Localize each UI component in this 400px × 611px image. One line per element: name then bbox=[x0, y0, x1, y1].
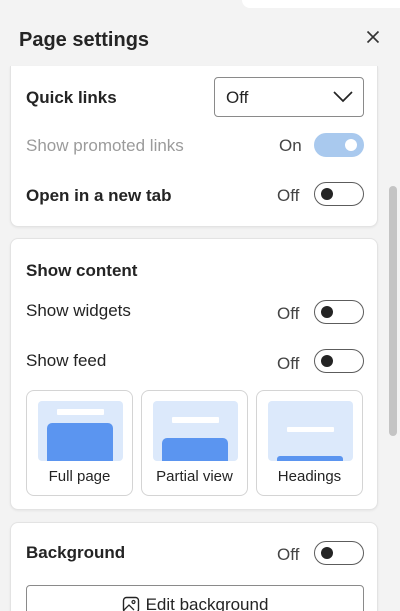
panel-scrollbar[interactable] bbox=[389, 186, 397, 436]
quick-links-dropdown[interactable]: Off bbox=[214, 77, 364, 117]
edit-background-label: Edit background bbox=[145, 595, 269, 611]
edit-background-button[interactable]: Edit background bbox=[26, 585, 364, 611]
toggle-knob bbox=[321, 188, 333, 200]
page-title: Page settings bbox=[19, 29, 150, 51]
open-new-tab-label: Open in a new tab bbox=[26, 186, 172, 205]
background-label: Background bbox=[26, 543, 126, 562]
page-settings-panel: Page settings Quick links Off Show promo… bbox=[0, 0, 400, 611]
layout-option-headings[interactable]: Headings bbox=[256, 390, 363, 496]
show-feed-state: Off bbox=[277, 354, 300, 373]
top-strip bbox=[242, 0, 400, 8]
show-promoted-links-state: On bbox=[279, 136, 302, 155]
background-toggle[interactable] bbox=[314, 541, 364, 565]
quick-links-label: Quick links bbox=[26, 88, 117, 107]
layout-option-label: Partial view bbox=[156, 468, 233, 485]
toggle-knob bbox=[345, 139, 357, 151]
show-promoted-links-toggle bbox=[314, 133, 364, 157]
toggle-knob bbox=[321, 547, 333, 559]
chevron-down-icon bbox=[333, 91, 353, 103]
layout-option-label: Full page bbox=[48, 468, 111, 485]
image-icon bbox=[122, 596, 139, 611]
show-content-card: Show content Show widgets Off Show feed … bbox=[10, 238, 378, 510]
open-new-tab-state: Off bbox=[277, 186, 300, 205]
toggle-knob bbox=[321, 355, 333, 367]
layout-option-label: Headings bbox=[277, 468, 342, 485]
full-page-preview bbox=[38, 401, 123, 461]
open-new-tab-toggle[interactable] bbox=[314, 182, 364, 206]
show-widgets-label: Show widgets bbox=[26, 301, 131, 320]
quick-links-dropdown-value: Off bbox=[226, 88, 249, 107]
quick-links-card: Quick links Off Show promoted links On O… bbox=[10, 66, 378, 227]
partial-view-preview bbox=[153, 401, 238, 461]
background-card: Background Off Edit background bbox=[10, 522, 378, 611]
toggle-knob bbox=[321, 306, 333, 318]
show-feed-toggle[interactable] bbox=[314, 349, 364, 373]
layout-option-partial-view[interactable]: Partial view bbox=[141, 390, 248, 496]
background-state: Off bbox=[277, 545, 300, 564]
show-feed-label: Show feed bbox=[26, 351, 107, 370]
show-widgets-state: Off bbox=[277, 304, 300, 323]
close-button[interactable] bbox=[363, 27, 383, 47]
show-content-heading: Show content bbox=[26, 261, 138, 280]
panel-header: Page settings bbox=[0, 18, 400, 64]
show-promoted-links-label: Show promoted links bbox=[26, 136, 184, 155]
show-widgets-toggle[interactable] bbox=[314, 300, 364, 324]
headings-preview bbox=[268, 401, 353, 461]
close-icon bbox=[366, 30, 380, 44]
layout-option-full-page[interactable]: Full page bbox=[26, 390, 133, 496]
